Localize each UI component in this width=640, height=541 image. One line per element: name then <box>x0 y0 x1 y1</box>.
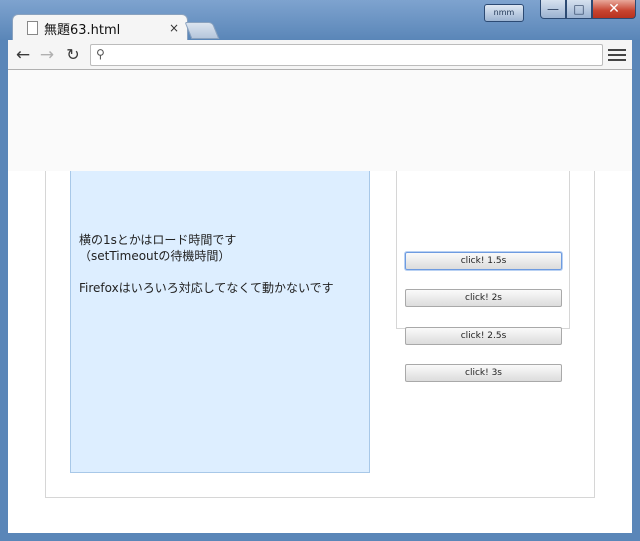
click-2-5s-button[interactable]: click! 2.5s <box>405 327 562 345</box>
maximize-button[interactable]: □ <box>566 0 592 19</box>
page-viewport: 横の1sとかはロード時間です （setTimeoutの待機時間） Firefox… <box>8 70 632 533</box>
click-2s-button[interactable]: click! 2s <box>405 289 562 307</box>
tab-active[interactable]: 無題63.html × <box>12 14 188 41</box>
tab-close-icon[interactable]: × <box>167 21 181 35</box>
close-icon: ✕ <box>608 1 620 17</box>
window-caption-buttons: — □ ✕ <box>540 0 636 22</box>
click-1-5s-button[interactable]: click! 1.5s <box>405 252 562 270</box>
click-3s-button[interactable]: click! 3s <box>405 364 562 382</box>
info-line-load-time: 横の1sとかはロード時間です <box>79 233 237 247</box>
new-tab-button[interactable] <box>184 22 220 39</box>
forward-button[interactable]: → <box>36 44 58 66</box>
back-button[interactable]: ← <box>12 44 34 66</box>
document-icon <box>27 21 38 35</box>
browser-window: nmm — □ ✕ 無題63.html × ← → ↻ ⚲ 横の1sとかはロード… <box>0 0 640 541</box>
blank-overlay <box>8 70 632 171</box>
maximize-icon: □ <box>573 2 585 16</box>
search-icon: ⚲ <box>96 47 105 61</box>
reload-button[interactable]: ↻ <box>62 44 84 66</box>
info-line-settimeout: （setTimeoutの待機時間） <box>79 249 231 263</box>
info-line-firefox: Firefoxはいろいろ対応してなくて動かないです <box>79 281 334 295</box>
menu-icon[interactable] <box>608 44 626 66</box>
browser-toolbar: ← → ↻ ⚲ <box>8 40 632 70</box>
minimize-button[interactable]: — <box>540 0 566 19</box>
address-input[interactable] <box>113 46 597 65</box>
info-panel: 横の1sとかはロード時間です （setTimeoutの待機時間） Firefox… <box>70 130 370 473</box>
address-bar[interactable]: ⚲ <box>90 44 603 66</box>
minimize-icon: — <box>547 2 559 16</box>
close-window-button[interactable]: ✕ <box>592 0 636 19</box>
tab-title: 無題63.html <box>44 22 121 38</box>
user-profile-badge[interactable]: nmm <box>484 4 524 22</box>
tab-strip: 無題63.html × <box>8 14 408 41</box>
